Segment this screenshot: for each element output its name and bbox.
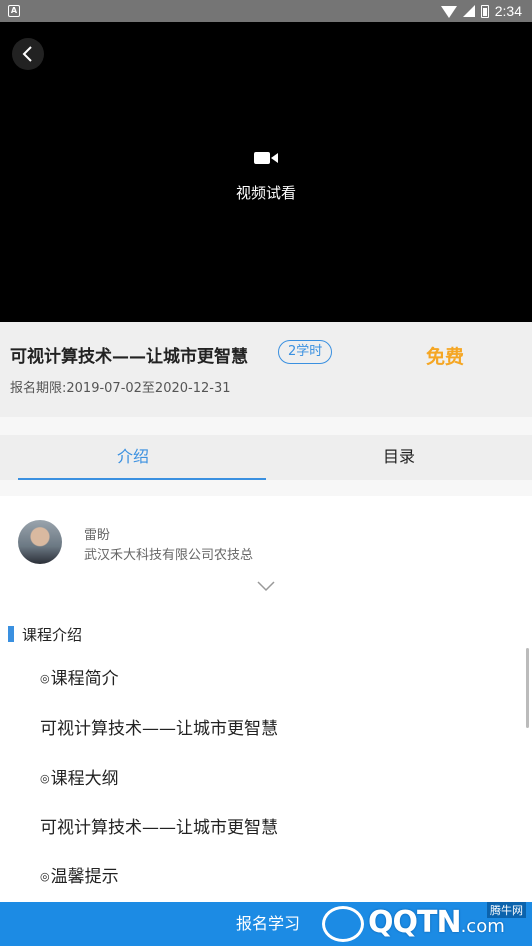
wifi-icon [440, 6, 457, 18]
chevron-down-icon[interactable] [256, 580, 276, 592]
watermark-emblem-icon [322, 906, 364, 942]
intro-line: ◎课程简介 [40, 664, 119, 689]
section-accent-bar [8, 626, 14, 642]
video-camera-icon [254, 152, 278, 164]
enroll-button[interactable]: 报名学习 [200, 902, 336, 946]
bullet-icon: ◎ [40, 870, 50, 883]
battery-icon [480, 4, 489, 18]
video-preview-label: 视频试看 [235, 184, 296, 202]
intro-line: ◎课程大纲 [40, 764, 119, 789]
intro-line-text: 温馨提示 [50, 867, 119, 887]
back-button[interactable] [12, 38, 44, 70]
section-title: 课程介绍 [22, 625, 83, 644]
tab-bar: 介绍 目录 [0, 435, 532, 480]
divider [0, 480, 532, 496]
video-preview[interactable]: 视频试看 [0, 150, 532, 203]
watermark-logo: QQTN.com 腾牛网 [318, 902, 528, 946]
course-title: 可视计算技术——让城市更智慧 [10, 347, 248, 367]
intro-line-text: 可视计算技术——让城市更智慧 [40, 818, 278, 838]
enroll-period: 报名期限:2019-07-02至2020-12-31 [10, 381, 231, 396]
signal-icon [462, 5, 475, 17]
scrollbar[interactable] [526, 648, 529, 728]
section-header: 课程介绍 [8, 624, 82, 644]
intro-line: 可视计算技术——让城市更智慧 [40, 714, 278, 739]
teacher-org: 武汉禾大科技有限公司农技总 [84, 548, 254, 563]
intro-line: ◎温馨提示 [40, 862, 119, 887]
bullet-icon: ◎ [40, 672, 50, 685]
status-time: 2:34 [494, 3, 522, 19]
course-info: 可视计算技术——让城市更智慧 2学时 免费 报名期限:2019-07-02至20… [0, 322, 532, 417]
bottom-bar: 报名学习 QQTN.com 腾牛网 [0, 902, 532, 946]
teacher-name: 雷盼 [84, 528, 111, 543]
watermark-text: QQTN.com [368, 905, 505, 940]
intro-line-text: 课程大纲 [50, 769, 119, 789]
video-player[interactable]: 视频试看 [0, 22, 532, 322]
avatar [18, 520, 62, 564]
teacher-card: 雷盼 武汉禾大科技有限公司农技总 [0, 496, 532, 606]
notification-icon: A [8, 5, 20, 17]
intro-line: 可视计算技术——让城市更智慧 [40, 813, 278, 838]
price-label: 免费 [426, 346, 465, 368]
watermark-cn: 腾牛网 [487, 902, 526, 918]
divider [0, 417, 532, 435]
intro-line-text: 可视计算技术——让城市更智慧 [40, 719, 278, 739]
status-icons: 2:34 [440, 3, 522, 19]
tab-catalog[interactable]: 目录 [266, 435, 532, 480]
bullet-icon: ◎ [40, 772, 50, 785]
hours-badge: 2学时 [278, 340, 333, 364]
back-chevron-icon [22, 46, 32, 62]
tab-intro[interactable]: 介绍 [0, 435, 266, 480]
intro-line-text: 课程简介 [50, 669, 119, 689]
status-bar: A 2:34 [0, 0, 532, 22]
